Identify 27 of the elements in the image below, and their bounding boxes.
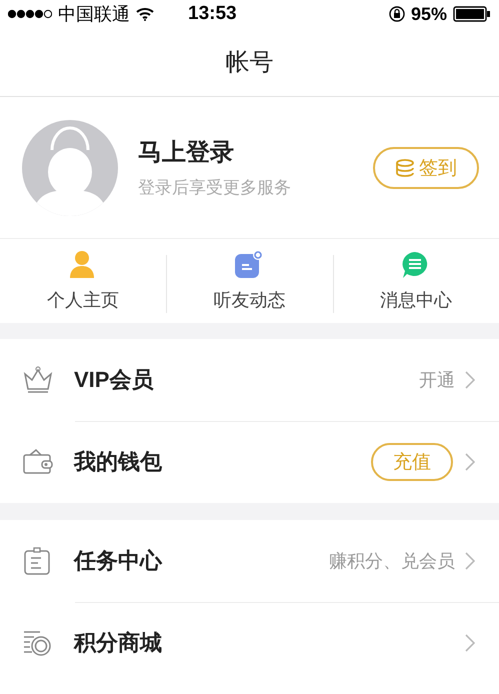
menu-item[interactable]: 任务中心 <box>74 546 329 576</box>
signal-icon <box>8 8 52 20</box>
menu-item[interactable]: VIP会员 <box>74 365 419 395</box>
chevron-right-icon[interactable] <box>465 552 475 570</box>
chevron-right-icon[interactable] <box>465 453 475 471</box>
menu-item[interactable]: 积分商城 <box>74 628 465 658</box>
crown-icon <box>22 365 54 395</box>
chevron-right-icon[interactable] <box>465 371 475 389</box>
page-title: 帐号 <box>226 48 274 78</box>
battery-percent: 95% <box>410 4 447 24</box>
shortcut-button[interactable]: 消息中心 <box>332 239 499 323</box>
login-prompt[interactable]: 马上登录 <box>138 136 373 168</box>
wallet-icon <box>22 447 54 477</box>
carrier-name: 中国联通 <box>58 3 130 26</box>
login-hint: 登录后享受更多服务 <box>138 177 292 199</box>
shortcut-button[interactable]: 个人主页 <box>0 239 166 323</box>
menu-item-detail: 开通 <box>419 369 455 392</box>
note-badge-icon <box>234 250 264 280</box>
shortcut-button[interactable]: 听友动态 <box>166 239 333 323</box>
battery-icon <box>453 6 491 22</box>
wifi-icon <box>136 7 154 21</box>
rotation-lock-icon <box>388 6 405 22</box>
menu-item-detail: 赚积分、兑会员 <box>329 550 455 573</box>
clock-time: 13:53 <box>188 3 238 25</box>
coins-icon <box>395 158 415 176</box>
chevron-right-icon[interactable] <box>465 634 475 652</box>
menu-item[interactable]: 我的钱包 <box>74 447 371 477</box>
